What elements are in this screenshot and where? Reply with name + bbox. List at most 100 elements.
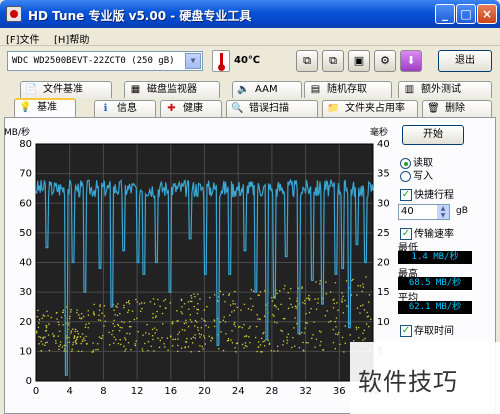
access-time-point [335,326,337,328]
access-time-point [200,327,203,329]
copy-all-icon[interactable]: ⧉ [322,50,344,72]
access-time-point [186,337,188,340]
menu-help[interactable]: [H]帮助 [54,31,89,46]
tab-disk-monitor[interactable]: ▦ 磁盘监视器 [124,81,220,98]
access-time-point [58,348,60,351]
access-time-point [75,342,78,344]
tab-aam[interactable]: 🔈 AAM [232,81,302,98]
maximize-button[interactable]: □ [456,4,476,24]
download-arrow-icon[interactable]: ⬇ [400,50,422,72]
access-time-point [268,342,271,344]
access-time-point [325,293,328,295]
tab-info[interactable]: ℹ 信息 [94,100,156,117]
access-time-point [159,305,161,307]
access-time-point [169,302,171,304]
tab-health[interactable]: ✚ 健康 [160,100,222,117]
access-time-point [213,294,216,296]
access-time-point [72,328,74,330]
access-time-point [113,342,115,344]
access-time-point [123,345,125,348]
access-time-point [38,322,40,324]
access-time-point [275,306,277,308]
watermark-text: 软件技巧 [358,368,458,396]
access-time-point [306,322,308,324]
access-time-point [234,290,236,293]
access-time-point [352,278,354,281]
y-tick-label-left: 10 [19,346,32,357]
tab-folder-usage[interactable]: 📁 文件夹占用率 [322,100,418,117]
access-time-point [190,295,192,297]
start-button[interactable]: 开始 [402,125,464,145]
minimize-button[interactable]: _ [435,4,455,24]
close-button[interactable]: × [477,4,497,24]
access-time-point [76,330,78,332]
access-time-point [109,344,111,346]
save-icon[interactable]: ▣ [348,50,370,72]
short-stroke-stepper[interactable]: 40 ▲ ▼ [398,204,450,220]
tab-error-scan[interactable]: 🔍 错误扫描 [226,100,318,117]
access-time-point [218,348,220,350]
exit-button[interactable]: 退出 [438,50,492,72]
tab-extra-tests[interactable]: ▥ 额外测试 [398,81,492,98]
tab-file-benchmark[interactable]: 📄 文件基准 [20,81,112,98]
access-time-point [344,325,346,327]
drive-select[interactable]: WDC WD2500BEVT-22ZCT0 (250 gB) ▼ [7,51,203,71]
access-time-point [57,335,59,337]
access-time-point [207,326,210,328]
title-bar[interactable]: HD Tune 专业版 v5.00 - 硬盘专业工具 _ □ × [0,0,500,28]
access-time-point [292,337,294,339]
tab-erase[interactable]: 🗑 删除 [422,100,492,117]
write-radio[interactable] [400,170,411,182]
access-time-point [58,345,60,348]
tab-random-access[interactable]: ▤ 随机存取 [304,81,392,98]
spin-arrows-icon[interactable]: ▲ ▼ [437,205,449,219]
access-time-point [134,343,136,345]
access-time-point [248,327,250,329]
short-stroke-checkbox[interactable]: ✓ [400,189,412,201]
access-time-point [150,345,152,348]
extra-tests-icon: ▥ [404,84,415,95]
access-time-point [332,341,335,344]
write-option[interactable]: 写入 [400,167,433,182]
access-time-point [271,300,274,302]
access-time-point [194,319,197,322]
access-time-point [129,333,131,335]
access-time-point [142,334,144,336]
access-time-point [223,316,225,318]
access-time-point [185,319,187,321]
access-time-point [213,325,216,328]
access-time-point [120,343,122,346]
speaker-icon: 🔈 [237,84,250,95]
copy-icon[interactable]: ⧉ [296,50,318,72]
tab-benchmark[interactable]: 💡 基准 [14,98,76,117]
short-stroke-option[interactable]: ✓ 快捷行程 [400,186,454,201]
access-time-point [228,293,231,295]
access-time-point [81,333,84,335]
access-time-point [281,330,284,332]
access-time-point [286,336,288,338]
access-time-point [98,314,100,316]
y-tick-label-left: 60 [19,198,32,209]
access-time-point [147,341,150,343]
access-time-point [87,310,89,312]
access-time-point [185,322,187,324]
access-time-point [234,303,236,305]
access-time-checkbox[interactable]: ✓ [400,325,412,337]
transfer-rate-option[interactable]: ✓ 传输速率 [400,225,454,240]
access-time-point [280,303,282,306]
access-time-point [112,330,114,332]
access-time-point [315,338,318,340]
monitor-icon: ▦ [130,84,141,95]
access-time-point [184,329,186,331]
access-time-point [305,341,307,344]
chevron-down-icon[interactable]: ▼ [185,53,201,69]
options-icon[interactable]: ⚙ [374,50,396,72]
access-time-point [362,304,364,306]
access-time-point [151,335,154,337]
access-time-point [40,350,43,352]
menu-file[interactable]: [F]文件 [6,31,40,46]
access-time-point [143,302,146,304]
access-time-point [95,348,97,351]
access-time-option[interactable]: ✓ 存取时间 [400,322,454,337]
access-time-point [222,349,225,352]
